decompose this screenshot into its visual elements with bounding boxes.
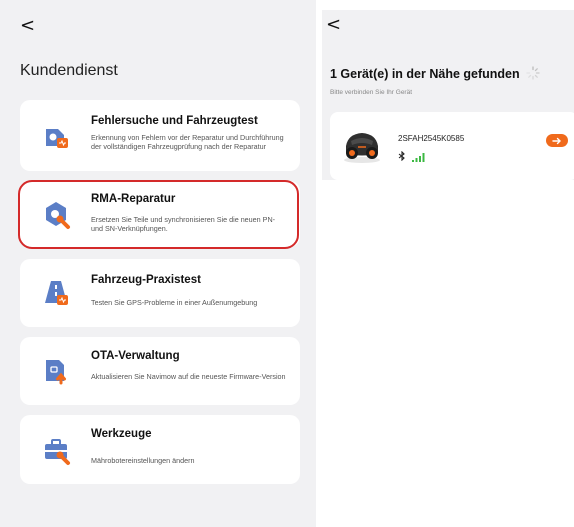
connect-hint: Bitte verbinden Sie Ihr Gerät	[330, 89, 413, 96]
repair-icon	[40, 198, 72, 230]
firmware-update-icon	[40, 355, 72, 387]
card-title: OTA-Verwaltung	[91, 350, 180, 362]
card-field-test[interactable]: Fahrzeug-Praxistest Testen Sie GPS-Probl…	[20, 259, 300, 327]
arrow-right-icon	[552, 137, 561, 144]
back-button[interactable]: <	[20, 17, 35, 35]
device-serial: 2SFAH2545K0585	[398, 134, 465, 143]
back-button[interactable]: <	[326, 16, 341, 34]
diagnostics-icon	[40, 120, 72, 152]
road-test-icon	[40, 277, 72, 309]
card-tools[interactable]: Werkzeuge Mährobotereinstellungen ändern	[20, 415, 300, 484]
device-list-item[interactable]: 2SFAH2545K0585	[330, 112, 574, 180]
card-diagnostics[interactable]: Fehlersuche und Fahrzeugtest Erkennung v…	[20, 100, 300, 171]
loading-spinner-icon	[526, 66, 540, 80]
connect-button[interactable]	[546, 134, 568, 147]
bluetooth-icon	[398, 148, 406, 162]
service-menu-screen: < Kundendienst Fehlersuche und Fahrzeugt…	[0, 0, 316, 527]
card-title: Werkzeuge	[91, 428, 152, 440]
toolbox-icon	[40, 434, 72, 466]
card-title: RMA-Reparatur	[91, 193, 176, 205]
devices-found-title: 1 Gerät(e) in der Nähe gefunden	[330, 67, 520, 81]
card-ota[interactable]: OTA-Verwaltung Aktualisieren Sie Navimow…	[20, 337, 300, 405]
mower-icon	[340, 126, 384, 166]
device-search-screen: < 1 Gerät(e) in der Nähe gefunden Bitte …	[316, 0, 574, 527]
card-rma-repair[interactable]: RMA-Reparatur Ersetzen Sie Teile und syn…	[20, 181, 300, 247]
page-title: Kundendienst	[20, 62, 118, 79]
card-description: Mährobotereinstellungen ändern	[91, 456, 195, 465]
card-title: Fahrzeug-Praxistest	[91, 274, 201, 286]
signal-strength-icon	[412, 149, 428, 162]
card-description: Ersetzen Sie Teile und synchronisieren S…	[91, 215, 276, 234]
card-description: Testen Sie GPS-Probleme in einer Außenum…	[91, 298, 258, 307]
card-description: Aktualisieren Sie Navimow auf die neuest…	[91, 372, 286, 381]
card-title: Fehlersuche und Fahrzeugtest	[91, 115, 258, 127]
card-description: Erkennung von Fehlern vor der Reparatur …	[91, 133, 284, 152]
device-search-area: < 1 Gerät(e) in der Nähe gefunden Bitte …	[322, 10, 574, 180]
